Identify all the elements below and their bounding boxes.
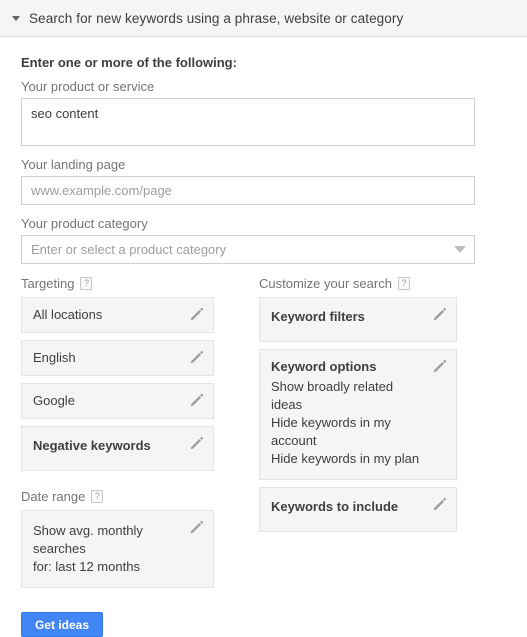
product-category-group: Your product category Enter or select a … [21,216,506,264]
keyword-filters-title: Keyword filters [271,309,365,324]
date-range-line-1: Show avg. monthly searches [33,523,143,556]
landing-page-placeholder: www.example.com/page [31,183,172,198]
panel-header[interactable]: Search for new keywords using a phrase, … [0,0,527,37]
date-range-label-text: Date range [21,489,86,504]
column-gap [214,276,259,595]
customize-label: Customize your search ? [259,276,457,291]
help-icon[interactable]: ? [397,277,410,290]
pencil-icon[interactable] [190,350,204,364]
keywords-to-include-card[interactable]: Keywords to include [259,487,457,532]
date-range-line-2: for: last 12 months [33,559,140,574]
targeting-label: Targeting ? [21,276,214,291]
product-or-service-input[interactable]: seo content [21,98,475,146]
customize-label-text: Customize your search [259,276,392,291]
pencil-icon[interactable] [190,520,204,534]
date-range-card[interactable]: Show avg. monthly searches for: last 12 … [21,510,214,588]
targeting-item-label: All locations [33,307,103,322]
product-or-service-label: Your product or service [21,79,155,94]
customize-column: Customize your search ? Keyword filters … [259,276,457,595]
keyword-option-item: Hide keywords in my account [271,415,391,448]
keyword-options-card[interactable]: Keyword options Show broadly related ide… [259,349,457,480]
landing-page-label: Your landing page [21,157,126,172]
get-ideas-button[interactable]: Get ideas [21,612,104,637]
targeting-item-label: Google [33,393,75,408]
product-or-service-group: Your product or service seo content [21,79,506,146]
landing-page-group: Your landing page www.example.com/page [21,157,506,205]
keyword-filters-card[interactable]: Keyword filters [259,297,457,342]
targeting-label-text: Targeting [21,276,75,291]
help-icon[interactable]: ? [91,490,104,503]
help-icon[interactable]: ? [80,277,93,290]
targeting-item-negative-keywords[interactable]: Negative keywords [21,426,214,471]
product-or-service-value: seo content [31,106,99,121]
product-category-select[interactable]: Enter or select a product category [21,235,475,264]
pencil-icon[interactable] [190,436,204,450]
targeting-item-locations[interactable]: All locations [21,297,214,333]
column-spacer [21,478,214,489]
landing-page-input[interactable]: www.example.com/page [21,176,475,205]
keyword-option-item: Show broadly related ideas [271,379,394,412]
date-range-label: Date range ? [21,489,214,504]
options-columns: Targeting ? All locations English Google [21,276,506,595]
chevron-down-icon[interactable] [454,246,466,253]
product-category-placeholder: Enter or select a product category [31,242,227,257]
pencil-icon[interactable] [433,497,447,511]
targeting-item-label: English [33,350,76,365]
panel-body: Enter one or more of the following: Your… [0,37,527,637]
pencil-icon[interactable] [190,393,204,407]
pencil-icon[interactable] [190,307,204,321]
keywords-to-include-title: Keywords to include [271,499,399,514]
keyword-options-title: Keyword options [271,359,377,374]
triangle-down-icon[interactable] [12,15,20,21]
targeting-column: Targeting ? All locations English Google [21,276,214,595]
form-heading: Enter one or more of the following: [21,55,237,70]
page-title: Search for new keywords using a phrase, … [29,10,404,26]
keyword-option-item: Hide keywords in my plan [271,451,420,466]
pencil-icon[interactable] [433,359,447,373]
pencil-icon[interactable] [433,307,447,321]
targeting-item-label: Negative keywords [33,438,151,453]
targeting-item-language[interactable]: English [21,340,214,376]
product-category-label: Your product category [21,216,148,231]
targeting-item-search-network[interactable]: Google [21,383,214,419]
